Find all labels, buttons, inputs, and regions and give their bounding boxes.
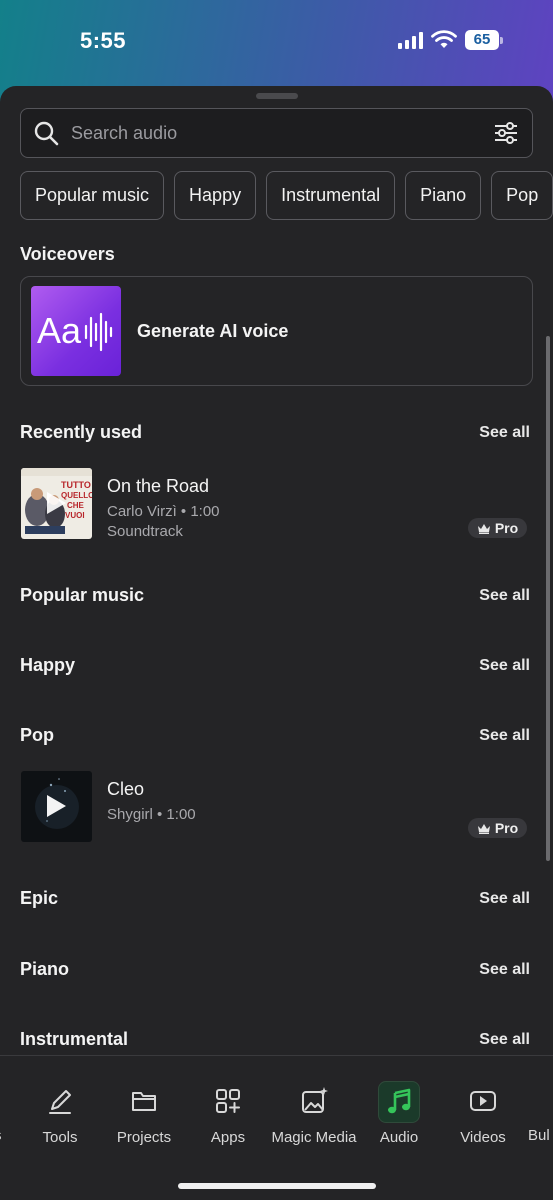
nav-label: Videos	[460, 1129, 506, 1146]
track-cover-cleo	[21, 771, 92, 842]
music-note-icon	[388, 1088, 411, 1114]
play-icon	[470, 1091, 496, 1111]
chip-happy[interactable]: Happy	[174, 171, 257, 220]
bottom-nav: s Tools Projects Apps Magic Medi	[0, 1055, 553, 1200]
track-artist-duration: Carlo Virzì • 1:00	[107, 503, 220, 520]
see-all-recently-used[interactable]: See all	[479, 424, 530, 442]
track-cover-on-the-road: TUTTO QUELLO CHE VUOI	[21, 468, 92, 539]
nav-label: Apps	[210, 1129, 246, 1146]
status-bar: 5:55 65	[0, 0, 553, 88]
generate-ai-voice-card[interactable]: Aa Generate AI voice	[20, 276, 533, 386]
pro-badge-label: Pro	[494, 520, 519, 536]
battery-icon: 65	[465, 30, 503, 50]
chip-popular-music[interactable]: Popular music	[20, 171, 165, 220]
see-all-popular-music[interactable]: See all	[479, 587, 530, 605]
nav-label: Magic Media	[271, 1129, 357, 1146]
track-title: Cleo	[107, 779, 145, 799]
section-title-recently-used: Recently used	[20, 422, 143, 442]
cellular-signal-icon	[398, 31, 423, 49]
pro-badge: Pro	[468, 518, 527, 538]
track-meta: Carlo Virzì • 1:00 Soundtrack	[107, 502, 220, 542]
folder-icon	[132, 1092, 156, 1111]
ai-voice-thumbnail: Aa	[31, 286, 121, 376]
wifi-icon	[431, 30, 457, 48]
section-title-pop: Pop	[20, 725, 54, 745]
search-icon	[34, 121, 59, 146]
see-all-instrumental[interactable]: See all	[479, 1031, 530, 1049]
see-all-epic[interactable]: See all	[479, 890, 530, 908]
nav-item-tools[interactable]: Tools	[36, 1081, 84, 1146]
filter-icon[interactable]	[492, 119, 520, 147]
svg-text:TUTTO: TUTTO	[61, 480, 91, 490]
section-title-piano: Piano	[20, 959, 70, 979]
search-bar	[20, 108, 533, 158]
audio-panel: Popular music Happy Instrumental Piano P…	[0, 86, 553, 1200]
nav-item-partial-left[interactable]: s	[0, 1127, 2, 1144]
generate-ai-voice-label: Generate AI voice	[137, 320, 289, 341]
pro-badge-label: Pro	[494, 820, 519, 836]
see-all-pop[interactable]: See all	[479, 727, 530, 745]
ai-voice-thumb-text: Aa	[37, 310, 82, 351]
magic-media-icon	[302, 1087, 328, 1113]
nav-label: Tools	[42, 1129, 78, 1146]
play-icon[interactable]	[44, 490, 68, 516]
chip-piano[interactable]: Piano	[405, 171, 482, 220]
section-title-epic: Epic	[20, 888, 59, 908]
status-time: 5:55	[80, 28, 127, 53]
waveform-icon	[84, 312, 113, 352]
nav-item-apps[interactable]: Apps	[206, 1081, 250, 1146]
nav-item-projects[interactable]: Projects	[114, 1081, 174, 1146]
see-all-piano[interactable]: See all	[479, 961, 530, 979]
nav-item-magic-media[interactable]: Magic Media	[268, 1081, 360, 1146]
section-title-instrumental: Instrumental	[20, 1029, 129, 1049]
chip-instrumental[interactable]: Instrumental	[266, 171, 396, 220]
track-title: On the Road	[107, 476, 210, 496]
nav-item-audio[interactable]: Audio	[377, 1081, 421, 1146]
scrollbar[interactable]	[546, 336, 550, 861]
crown-icon	[477, 823, 490, 834]
nav-item-videos[interactable]: Videos	[458, 1081, 508, 1146]
pro-badge: Pro	[468, 818, 527, 838]
section-title-popular-music: Popular music	[20, 585, 145, 605]
track-genre: Soundtrack	[107, 523, 183, 540]
status-icons: 65	[398, 30, 503, 50]
sheet-grabber[interactable]	[256, 93, 298, 99]
pen-icon	[49, 1090, 71, 1114]
play-icon[interactable]	[44, 793, 68, 819]
category-chips: Popular music Happy Instrumental Piano P…	[20, 171, 553, 221]
audio-active-indicator	[378, 1081, 420, 1123]
section-title-happy: Happy	[20, 655, 76, 675]
search-input[interactable]	[71, 122, 492, 144]
nav-item-partial-right[interactable]: Bul	[528, 1127, 550, 1144]
svg-text:CHE: CHE	[67, 501, 85, 510]
nav-label: Projects	[116, 1129, 172, 1146]
track-row-cleo[interactable]: Cleo Shygirl • 1:00 Pro	[20, 771, 533, 843]
apps-icon	[216, 1089, 240, 1113]
track-artist-duration: Shygirl • 1:00	[107, 806, 196, 823]
chip-pop[interactable]: Pop	[491, 171, 553, 220]
section-title-voiceovers: Voiceovers	[20, 244, 115, 264]
nav-label: s	[0, 1127, 2, 1144]
nav-label: Bul	[528, 1127, 550, 1144]
track-meta: Shygirl • 1:00	[107, 805, 196, 825]
see-all-happy[interactable]: See all	[479, 657, 530, 675]
crown-icon	[477, 523, 490, 534]
battery-level: 65	[465, 30, 499, 50]
track-row-on-the-road[interactable]: TUTTO QUELLO CHE VUOI On the Road Carlo …	[20, 468, 533, 540]
home-indicator	[178, 1183, 376, 1189]
nav-label: Audio	[379, 1129, 419, 1146]
